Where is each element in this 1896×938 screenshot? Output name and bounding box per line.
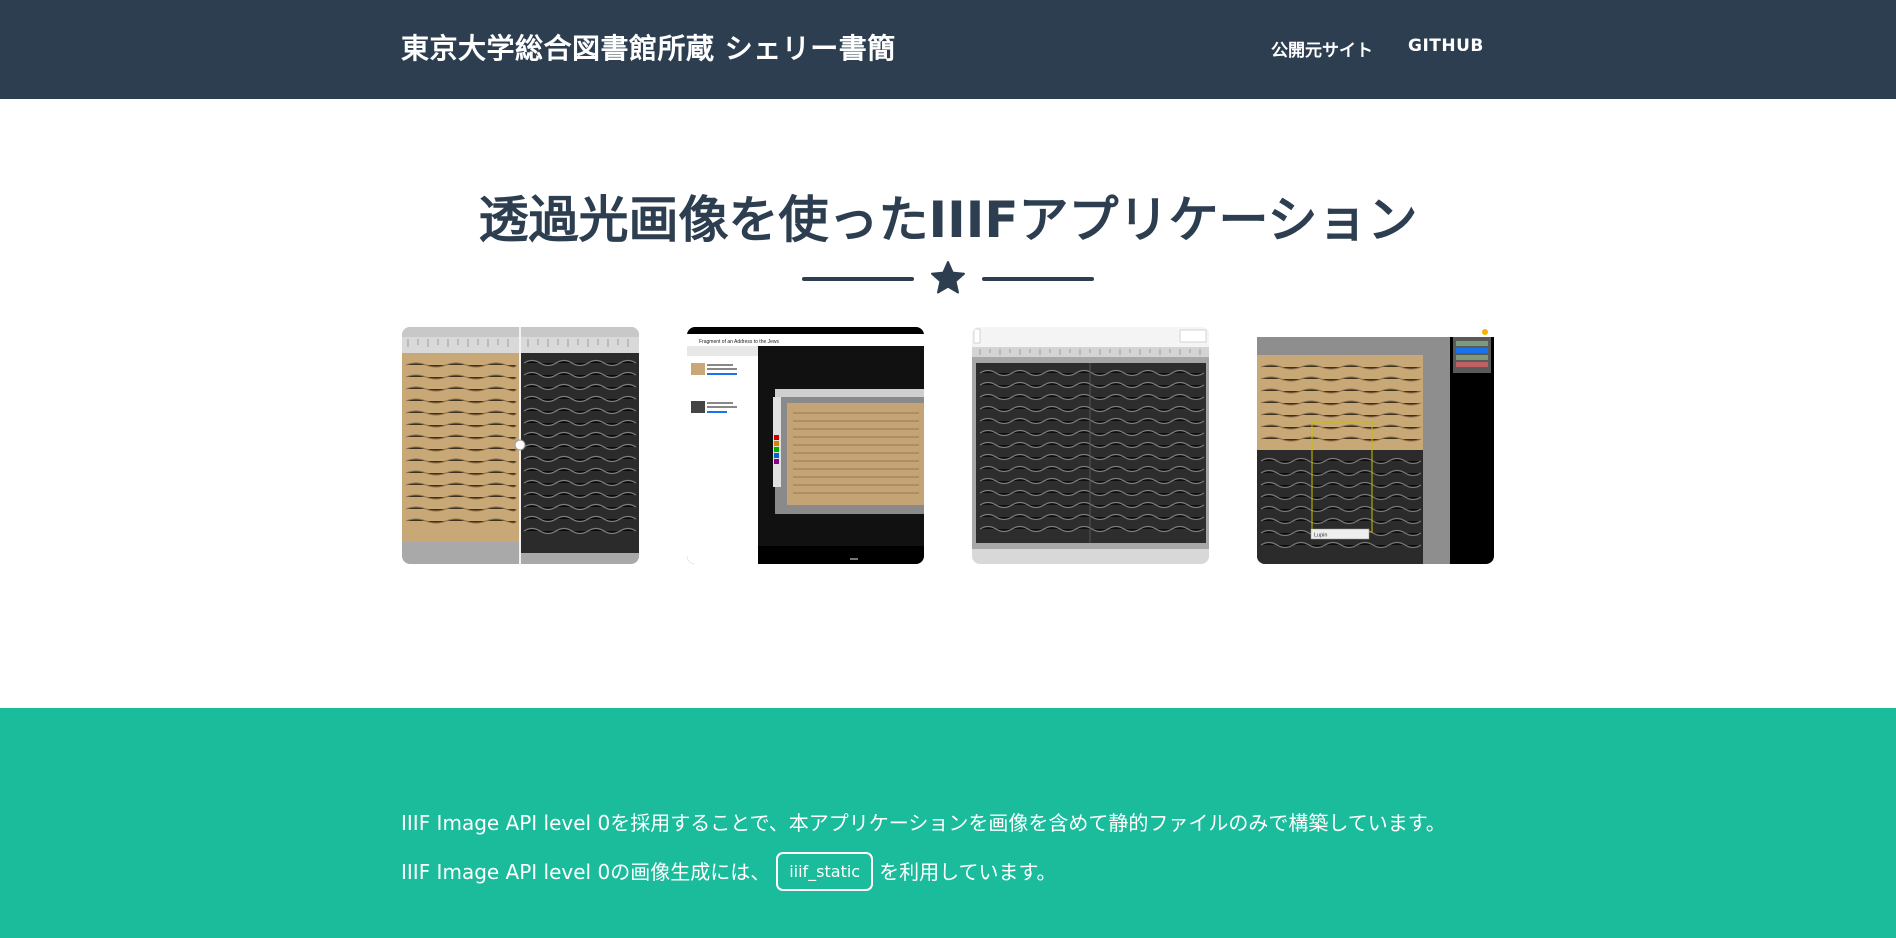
transmitted-light-viewer-icon (972, 327, 1209, 564)
star-icon (931, 261, 965, 294)
about-section: IIIF Image API level 0を採用することで、本アプリケーション… (0, 708, 1896, 938)
about-text-line-2-before: IIIF Image API level 0の画像生成には、 (401, 860, 771, 884)
about-text-line-2: IIIF Image API level 0の画像生成には、 iiif_stati… (401, 852, 1057, 893)
layered-image-viewer-icon: Fragment of an Address to the Jews (687, 327, 924, 564)
navbar: 東京大学総合図書館所蔵 シェリー書簡 公開元サイト GITHUB (0, 0, 1896, 99)
about-text-line-2-after: を利用しています。 (879, 860, 1057, 884)
annotation-label: Lupin (1314, 533, 1327, 539)
site-brand[interactable]: 東京大学総合図書館所蔵 シェリー書簡 (401, 27, 896, 67)
image-comparison-slider-icon (402, 327, 639, 564)
about-text-line-1: IIIF Image API level 0を採用することで、本アプリケーション… (401, 811, 1446, 835)
portfolio-item-layer-viewer[interactable]: Fragment of an Address to the Jews (687, 327, 924, 564)
divider-line-right (982, 277, 1094, 281)
viewer-caption: Fragment of an Address to the Jews (699, 339, 780, 345)
nav-link-source-site[interactable]: 公開元サイト (1271, 36, 1373, 61)
divider-line-left (802, 277, 914, 281)
portfolio-item-image-comparison[interactable] (402, 327, 639, 564)
image-annotation-viewer-icon: Lupin (1257, 327, 1494, 564)
portfolio-item-annotation[interactable]: Lupin (1257, 327, 1494, 564)
iiif-static-button[interactable]: iiif_static (776, 852, 874, 891)
nav-link-github[interactable]: GITHUB (1408, 36, 1484, 56)
portfolio-item-transmitted-light[interactable] (972, 327, 1209, 564)
section-title: 透過光画像を使ったIIIFアプリケーション (478, 191, 1418, 249)
star-divider (802, 260, 1094, 298)
